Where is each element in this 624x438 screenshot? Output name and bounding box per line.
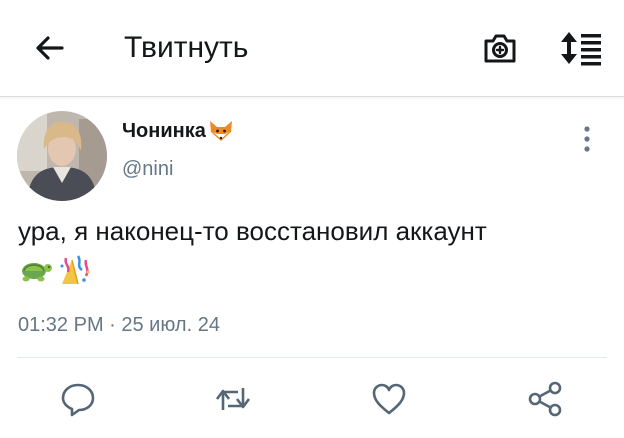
- tweet-emojis: [18, 254, 92, 288]
- tweet-text: ура, я наконец-то восстановил аккаунт: [18, 216, 487, 246]
- page-title: Твитнуть: [124, 31, 249, 64]
- divider: [17, 357, 607, 358]
- display-name-text: Чонинка: [122, 120, 206, 142]
- top-app-bar: Твитнуть: [0, 0, 624, 97]
- retweet-icon: [215, 388, 251, 410]
- author-display-name[interactable]: Чонинка: [122, 118, 234, 144]
- share-icon: [528, 381, 562, 417]
- turtle-icon: [22, 263, 52, 282]
- more-vertical-icon: [584, 126, 590, 152]
- back-arrow-icon: [36, 36, 64, 60]
- share-button[interactable]: [526, 380, 564, 418]
- like-icon: [372, 383, 406, 415]
- retweet-button[interactable]: [214, 380, 252, 418]
- camera-icon: [484, 34, 516, 63]
- author-handle: @nini: [122, 158, 174, 180]
- back-button[interactable]: [30, 28, 70, 68]
- tweet-timestamp: 01:32 PM · 25 июл. 24: [18, 314, 220, 336]
- fox-face-icon: [209, 121, 232, 141]
- confetti-icon: [60, 255, 90, 285]
- like-button[interactable]: [370, 380, 408, 418]
- camera-button[interactable]: [480, 28, 520, 68]
- sort-icon: [561, 32, 601, 66]
- more-options-button[interactable]: [574, 124, 600, 154]
- reply-icon: [61, 383, 95, 417]
- sort-button[interactable]: [558, 28, 604, 68]
- reply-button[interactable]: [59, 380, 97, 418]
- avatar[interactable]: [17, 111, 107, 201]
